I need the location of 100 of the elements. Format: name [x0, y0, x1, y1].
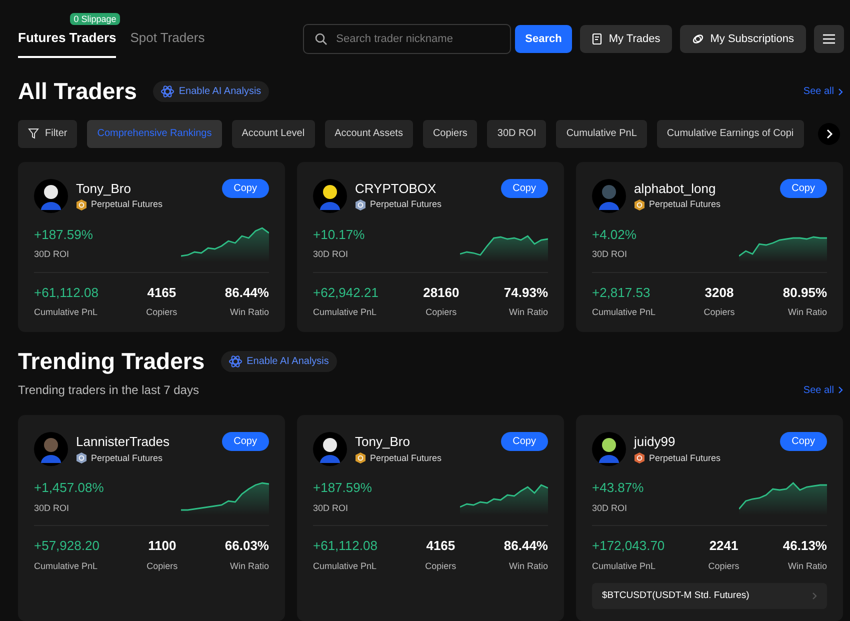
stat-value: +172,043.70: [592, 537, 665, 556]
copy-button[interactable]: Copy: [222, 432, 269, 452]
stat-label: Copiers: [146, 306, 178, 320]
loop-icon: [692, 33, 704, 45]
trader-name: CRYPTOBOX: [355, 180, 438, 198]
roi-label: 30D ROI: [34, 502, 70, 515]
stat-value: +62,942.21: [313, 284, 378, 302]
copy-button[interactable]: Copy: [780, 432, 827, 452]
copy-button[interactable]: Copy: [222, 178, 269, 198]
search-icon: [315, 33, 328, 45]
avatar-icon: [313, 432, 347, 466]
filter-chip[interactable]: Cumulative Earnings of Copi: [656, 120, 804, 148]
roi-label: 30D ROI: [34, 248, 70, 262]
stat-value: 2241: [709, 537, 738, 556]
scroll-right-button[interactable]: [818, 122, 840, 145]
roi-label: 30D ROI: [313, 502, 350, 515]
stat-value: 4165: [426, 537, 456, 556]
trader-name: alphabot_long: [634, 180, 717, 198]
filter-chip[interactable]: Copiers: [422, 120, 478, 148]
pair-row[interactable]: $BTCUSDT(USDT-M Std. Futures): [592, 583, 827, 610]
stat-value: 46.13%: [782, 537, 827, 556]
stat-label: Copiers: [704, 306, 735, 320]
filter-button[interactable]: Filter: [18, 120, 78, 148]
stat-label: Win Ratio: [788, 306, 827, 320]
market-label: Perpetual Futures: [649, 452, 721, 465]
roi-value: +1,457.08%: [34, 479, 104, 498]
roi-label: 30D ROI: [592, 502, 628, 515]
nav-button[interactable]: My Subscriptions: [680, 25, 806, 53]
stat-label: Cumulative PnL: [592, 560, 656, 573]
stat-value: 4165: [147, 284, 176, 302]
chevron-icon: [838, 88, 844, 96]
atom-icon: [228, 354, 242, 368]
market-label: Perpetual Futures: [370, 452, 442, 465]
section-subtitle: Trending traders in the last 7 days: [18, 382, 199, 400]
roi-value: +187.59%: [34, 226, 93, 244]
filter-chip[interactable]: Cumulative PnL: [556, 120, 647, 148]
market-label: Perpetual Futures: [91, 452, 163, 465]
chevron-icon: [826, 128, 832, 139]
chevron-icon: [812, 592, 817, 600]
slippage-badge: 0 Slippage: [70, 13, 120, 26]
filter-chip[interactable]: Account Level: [232, 120, 315, 148]
see-all-link[interactable]: See all: [803, 382, 844, 398]
copy-button[interactable]: Copy: [780, 178, 827, 198]
trader-name: LannisterTrades: [76, 433, 170, 452]
copy-button[interactable]: Copy: [500, 178, 548, 198]
roi-label: 30D ROI: [313, 248, 350, 262]
trader-name: Tony_Bro: [355, 433, 411, 452]
document-icon: [592, 33, 603, 45]
nav-button[interactable]: My Trades: [580, 25, 672, 53]
avatar-icon: [592, 432, 626, 466]
stat-label: Copiers: [146, 560, 178, 573]
menu-button[interactable]: [814, 25, 844, 53]
filter-chip[interactable]: 30D ROI: [487, 120, 546, 148]
funnel-icon: [28, 128, 39, 140]
stat-value: +2,817.53: [592, 284, 650, 302]
stat-label: Win Ratio: [788, 560, 827, 573]
section-title: Trending Traders: [18, 348, 205, 376]
ai-analysis-button[interactable]: Enable AI Analysis: [152, 81, 270, 102]
roi-value: +10.17%: [313, 226, 365, 244]
roi-value: +4.02%: [592, 226, 636, 244]
stat-label: Cumulative PnL: [34, 560, 98, 573]
filter-chip[interactable]: Comprehensive Rankings: [87, 120, 222, 148]
stat-value: +57,928.20: [34, 537, 100, 556]
stat-label: Cumulative PnL: [313, 306, 377, 320]
stat-label: Win Ratio: [508, 560, 548, 573]
stat-label: Cumulative PnL: [313, 560, 377, 573]
stat-label: Copiers: [708, 560, 740, 573]
stat-value: 74.93%: [504, 284, 548, 302]
see-all-link[interactable]: See all: [803, 84, 844, 100]
roi-label: 30D ROI: [592, 248, 628, 262]
search-button[interactable]: Search: [515, 25, 572, 53]
avatar-icon: [313, 178, 347, 213]
stat-value: +61,112.08: [34, 284, 98, 302]
stat-value: +61,112.08: [313, 537, 378, 556]
ai-analysis-button[interactable]: Enable AI Analysis: [220, 350, 337, 372]
avatar-icon: [592, 178, 626, 213]
market-label: Perpetual Futures: [649, 198, 721, 212]
stat-label: Cumulative PnL: [592, 306, 656, 320]
avatar-icon: [34, 178, 68, 213]
search-field[interactable]: Search trader nickname: [303, 24, 512, 54]
copy-button[interactable]: Copy: [500, 432, 548, 452]
stat-label: Win Ratio: [230, 560, 269, 573]
roi-value: +187.59%: [313, 479, 372, 498]
trader-name: Tony_Bro: [76, 180, 132, 198]
stat-value: 86.44%: [224, 284, 269, 302]
stat-value: 3208: [704, 284, 734, 302]
stat-label: Cumulative PnL: [34, 306, 98, 320]
stat-label: Win Ratio: [230, 306, 269, 320]
section-title: All Traders: [18, 78, 137, 106]
stat-value: 86.44%: [504, 537, 548, 556]
market-label: Perpetual Futures: [91, 198, 163, 212]
tab[interactable]: Spot Traders: [130, 20, 205, 58]
filter-chip[interactable]: Account Assets: [324, 120, 413, 148]
chevron-icon: [838, 386, 844, 394]
stat-value: 66.03%: [224, 537, 269, 556]
stat-label: Copiers: [426, 306, 457, 320]
stat-label: Copiers: [425, 560, 456, 573]
stat-label: Win Ratio: [508, 306, 548, 320]
menu-icon: [823, 34, 835, 44]
stat-value: 80.95%: [782, 284, 827, 302]
